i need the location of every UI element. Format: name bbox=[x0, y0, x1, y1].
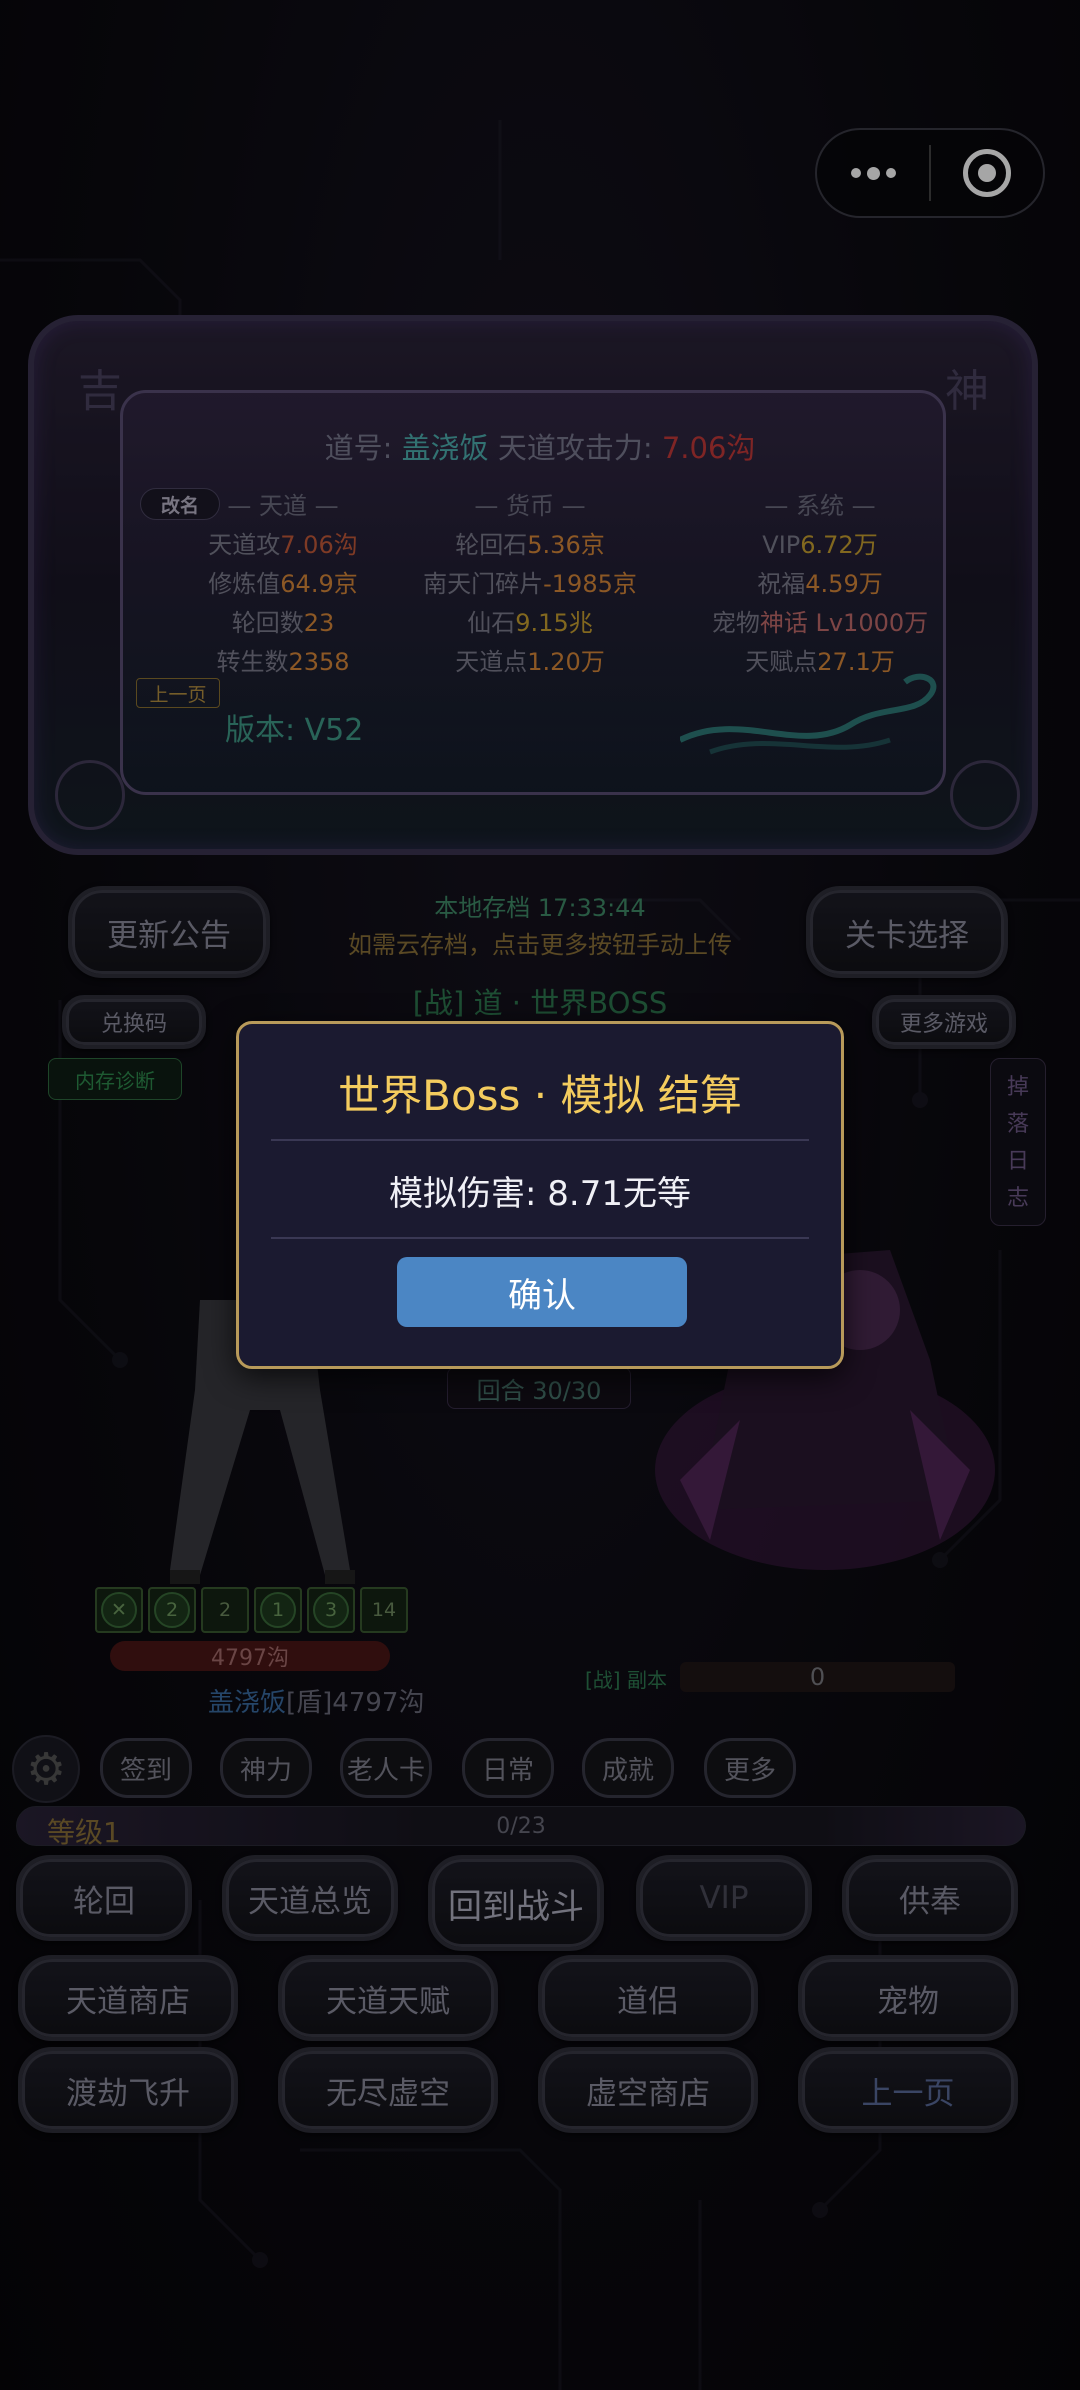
divider bbox=[271, 1139, 809, 1141]
divider bbox=[271, 1237, 809, 1239]
simulated-damage: 模拟伤害: 8.71无等 bbox=[389, 1174, 691, 1214]
dialog-title: 世界Boss · 模拟 结算 bbox=[338, 1071, 742, 1120]
settlement-dialog: 世界Boss · 模拟 结算 模拟伤害: 8.71无等 确认 bbox=[236, 1021, 844, 1369]
confirm-button[interactable]: 确认 bbox=[397, 1257, 687, 1327]
